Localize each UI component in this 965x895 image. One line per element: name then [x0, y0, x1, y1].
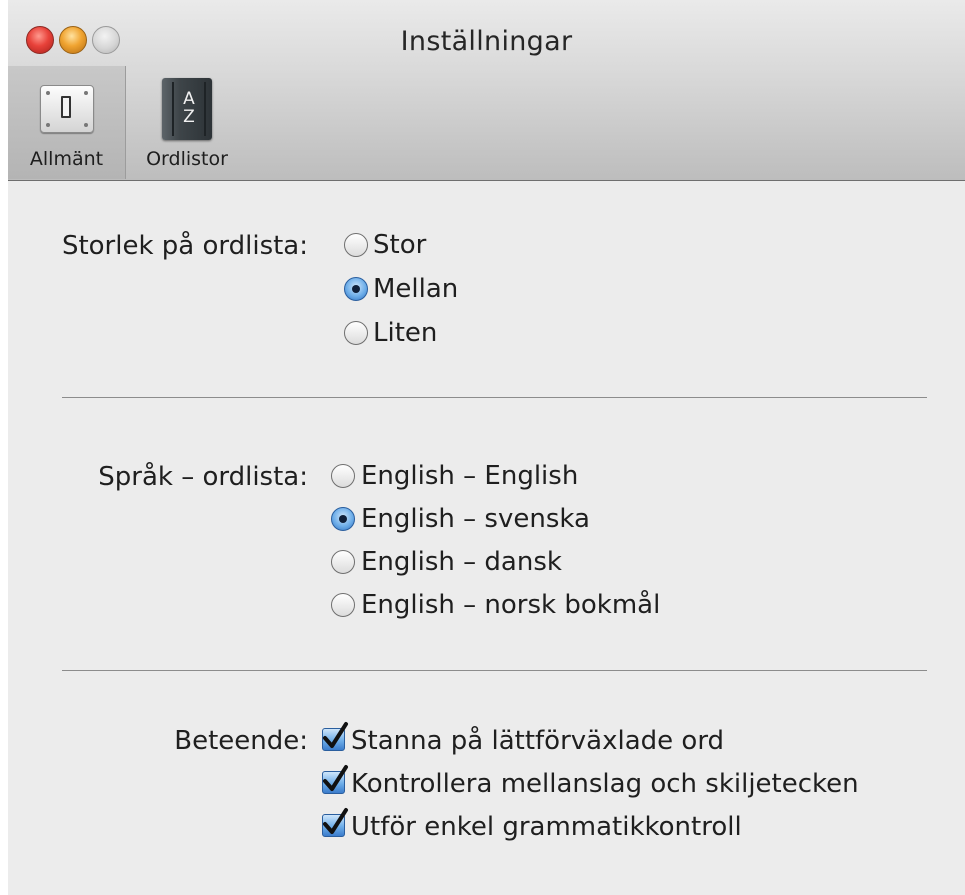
switch-icon [32, 78, 102, 140]
size-option-mellan[interactable]: Mellan [373, 274, 458, 304]
language-radio-english-svenska[interactable] [331, 507, 355, 531]
checkmark-icon [323, 808, 348, 834]
language-option-english-norsk[interactable]: English – norsk bokmål [361, 590, 660, 620]
size-radio-mellan[interactable] [344, 277, 368, 301]
checkmark-icon [323, 722, 348, 748]
behavior-checkbox-grammar-check[interactable] [322, 808, 348, 837]
checkmark-icon [323, 765, 348, 791]
size-option-liten[interactable]: Liten [373, 318, 437, 348]
language-radio-english-dansk[interactable] [331, 550, 355, 574]
size-radio-stor[interactable] [344, 233, 368, 257]
behavior-option-spacing-punctuation[interactable]: Kontrollera mellanslag och skiljetecken [351, 769, 859, 799]
language-radio-english-english[interactable] [331, 464, 355, 488]
toolbar-tab-dictionaries[interactable]: A Z Ordlistor [126, 66, 248, 179]
language-label: Språk – ordlista: [98, 462, 308, 492]
language-option-english-english[interactable]: English – English [361, 461, 578, 491]
language-option-english-dansk[interactable]: English – dansk [361, 547, 562, 577]
behavior-checkbox-spacing-punctuation[interactable] [322, 765, 348, 794]
language-option-english-svenska[interactable]: English – svenska [361, 504, 590, 534]
toolbar-label-dictionaries: Ordlistor [146, 148, 228, 170]
behavior-label: Beteende: [174, 726, 308, 756]
behavior-option-confusable-words[interactable]: Stanna på lättförväxlade ord [351, 726, 724, 756]
preferences-window: Inställningar Allmänt A Z Ordlistor Stor… [8, 0, 965, 895]
language-radio-english-norsk[interactable] [331, 593, 355, 617]
size-label: Storlek på ordlista: [61, 231, 308, 261]
toolbar-label-general: Allmänt [29, 148, 104, 170]
dictionary-letter-z: Z [183, 107, 195, 127]
section-divider [62, 397, 927, 398]
size-option-stor[interactable]: Stor [373, 230, 426, 260]
size-radio-liten[interactable] [344, 321, 368, 345]
toolbar-tab-general[interactable]: Allmänt [8, 66, 126, 179]
behavior-checkbox-confusable-words[interactable] [322, 722, 348, 751]
behavior-option-grammar-check[interactable]: Utför enkel grammatikkontroll [351, 812, 742, 842]
section-divider [62, 670, 927, 671]
preferences-content: Storlek på ordlista: Stor Mellan Liten S… [8, 181, 965, 895]
title-bar: Inställningar Allmänt A Z Ordlistor [8, 0, 965, 181]
window-title: Inställningar [400, 26, 573, 57]
dictionary-book-icon: A Z [152, 78, 222, 140]
